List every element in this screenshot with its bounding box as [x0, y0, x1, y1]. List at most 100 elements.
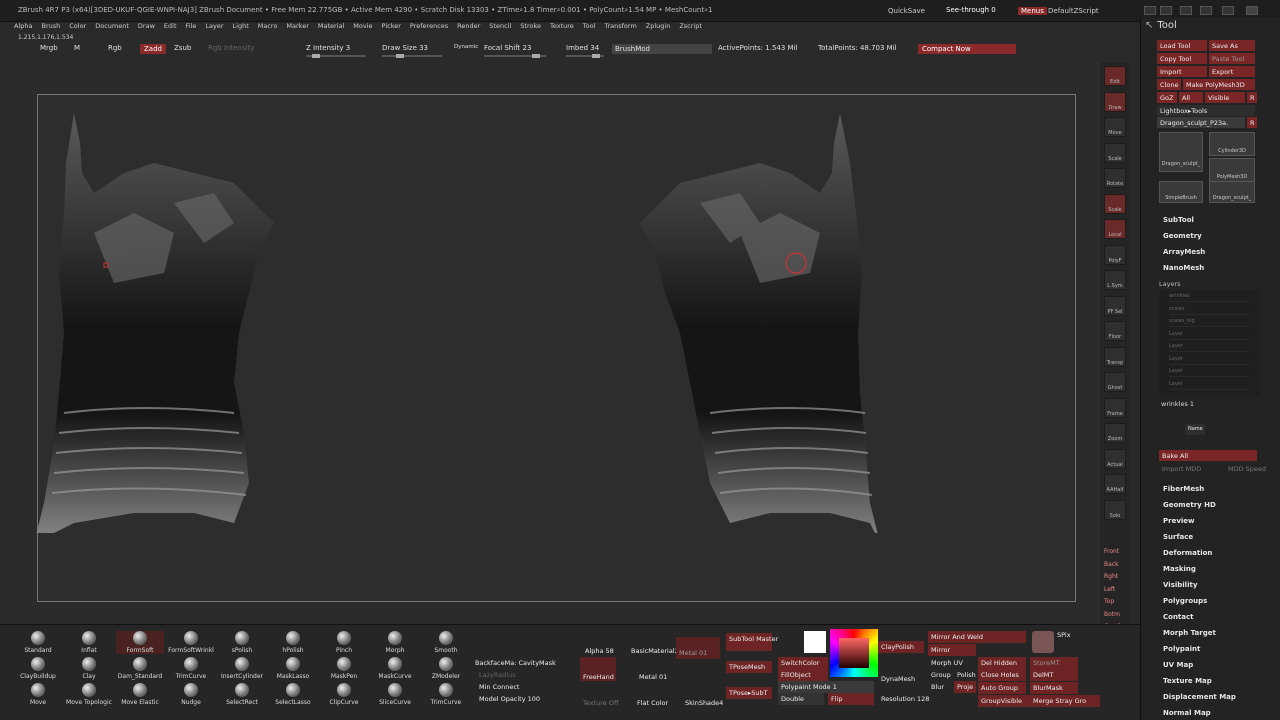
layer-name-button[interactable]: Name [1185, 424, 1205, 435]
menu-zplugin[interactable]: Zplugin [646, 22, 671, 32]
dynamic-toggle[interactable]: Dynamic [454, 44, 478, 50]
view-top-button[interactable]: Top [1104, 598, 1114, 605]
menus-toggle[interactable]: Menus [1018, 7, 1047, 15]
mirror-button[interactable]: Mirror [928, 644, 976, 656]
save-as-button[interactable]: Save As [1209, 40, 1255, 51]
visible-button[interactable]: Visible [1205, 92, 1245, 103]
shelf-move-button[interactable]: Move [1104, 117, 1126, 137]
shelf-rotate-button[interactable]: Rotate [1104, 168, 1126, 188]
section-nanomesh[interactable]: NanoMesh [1163, 264, 1204, 272]
menu-preferences[interactable]: Preferences [410, 22, 448, 32]
brush-pinch[interactable]: Pinch [320, 631, 368, 654]
switchcolor-button[interactable]: SwitchColor [778, 657, 828, 669]
section-masking[interactable]: Masking [1163, 565, 1196, 573]
export-button[interactable]: Export [1209, 66, 1255, 77]
brush-morph[interactable]: Morph [371, 631, 419, 654]
brush-formsoftwrinkl[interactable]: FormSoftWrinkl [167, 631, 215, 654]
main-color-swatch[interactable] [804, 631, 826, 653]
close-icon[interactable] [1246, 6, 1258, 15]
brush-formsoft[interactable]: FormSoft [116, 631, 164, 654]
layer-current-slider[interactable]: wrinkles 1 [1161, 400, 1194, 408]
brush-clipcurve[interactable]: ClipCurve [320, 683, 368, 706]
layer-item[interactable]: Layer [1169, 356, 1249, 365]
lazy-radius-slider[interactable]: LazyRadius [476, 669, 519, 681]
resolution-slider[interactable]: Resolution 128 [878, 693, 932, 705]
zadd-button[interactable]: Zadd [140, 44, 166, 54]
brush-zmodeler[interactable]: ZModeler [422, 657, 470, 680]
menu-layer[interactable]: Layer [205, 22, 223, 32]
tpose-subt-button[interactable]: TPose▸SubT [726, 687, 772, 699]
shelf-aahalf-button[interactable]: AAHalf [1104, 474, 1126, 494]
tool-thumb-dragon-2[interactable]: Dragon_sculpt_ [1209, 181, 1255, 203]
brush-hpolish[interactable]: hPolish [269, 631, 317, 654]
texture-picker[interactable]: Texture Off [580, 697, 621, 709]
shelf-scale-button[interactable]: Scale [1104, 193, 1126, 214]
section-morph-target[interactable]: Morph Target [1163, 629, 1216, 637]
shelf-local-button[interactable]: Local [1104, 219, 1126, 239]
flip-button[interactable]: Flip [828, 693, 874, 705]
brush-smooth[interactable]: Smooth [422, 631, 470, 654]
brush-slicecurve[interactable]: SliceCurve [371, 683, 419, 706]
section-contact[interactable]: Contact [1163, 613, 1194, 621]
rgb-intensity-slider[interactable]: Rgb Intensity [208, 44, 254, 52]
brush-nudge[interactable]: Nudge [167, 683, 215, 706]
r-button-2[interactable]: R [1247, 117, 1257, 128]
menu-draw[interactable]: Draw [138, 22, 155, 32]
section-fibermesh[interactable]: FiberMesh [1163, 485, 1204, 493]
menu-color[interactable]: Color [69, 22, 86, 32]
layer-item[interactable]: scales_big [1169, 318, 1249, 327]
menu-transform[interactable]: Transform [604, 22, 636, 32]
alpha-picker[interactable]: Alpha 58 [582, 645, 617, 657]
mdd-speed-slider[interactable]: MDD Speed [1225, 463, 1269, 474]
section-arraymesh[interactable]: ArrayMesh [1163, 248, 1205, 256]
brush-move-topologic[interactable]: Move Topologic [65, 683, 113, 706]
layer-item[interactable]: Layer [1169, 368, 1249, 377]
menu-tool[interactable]: Tool [583, 22, 596, 32]
all-button[interactable]: All [1179, 92, 1203, 103]
copy-tool-button[interactable]: Copy Tool [1157, 53, 1207, 64]
dynamesh-button[interactable]: DynaMesh [878, 673, 918, 685]
section-uv-map[interactable]: UV Map [1163, 661, 1193, 669]
brush-spolish[interactable]: sPolish [218, 631, 266, 654]
shelf-pf-sel-button[interactable]: PF Sel [1104, 295, 1126, 316]
section-preview[interactable]: Preview [1163, 517, 1195, 525]
zsub-button[interactable]: Zsub [174, 44, 191, 52]
layer-item[interactable]: Layer [1169, 343, 1249, 352]
morph-uv-button[interactable]: Morph UV [928, 657, 966, 669]
shelf-solo-button[interactable]: Solo [1104, 499, 1126, 520]
m-button[interactable]: M [74, 44, 80, 52]
section-geometry-hd[interactable]: Geometry HD [1163, 501, 1216, 509]
freehand-stroke[interactable]: FreeHand [580, 657, 616, 681]
shelf-draw-button[interactable]: Draw [1104, 91, 1126, 112]
view-botm-button[interactable]: Botm [1104, 611, 1120, 618]
import-button[interactable]: Import [1157, 66, 1207, 77]
imbed-slider[interactable]: Imbed 34 [566, 44, 599, 52]
section-normal-map[interactable]: Normal Map [1163, 709, 1211, 717]
store-mt-button[interactable]: StoreMT [1030, 657, 1078, 669]
material-picker[interactable]: BasicMaterial2 [628, 645, 682, 657]
brush-masklasso[interactable]: MaskLasso [269, 657, 317, 680]
backface-mask-toggle[interactable]: BackfaceMa: CavityMask [472, 657, 559, 669]
shelf-edit-button[interactable]: Edit [1104, 66, 1126, 86]
brush-move-elastic[interactable]: Move Elastic [116, 683, 164, 706]
menu-render[interactable]: Render [457, 22, 480, 32]
close-holes-button[interactable]: Close Holes [978, 669, 1026, 681]
tool-thumb-simplebrush[interactable]: SimpleBrush [1159, 181, 1203, 203]
brush-selectrect[interactable]: SelectRect [218, 683, 266, 706]
color-picker-wheel[interactable] [830, 629, 878, 677]
paste-tool-button[interactable]: Paste Tool [1209, 53, 1255, 64]
tool-thumb-dragon[interactable]: Dragon_sculpt_ [1159, 132, 1203, 172]
brush-insertcylinder[interactable]: InsertCylinder [218, 657, 266, 680]
brush-trimcurve[interactable]: TrimCurve [422, 683, 470, 706]
mirror-weld-button[interactable]: Mirror And Weld [928, 631, 1026, 643]
current-tool-slider[interactable]: Dragon_sculpt_P23a. [1157, 117, 1245, 128]
menu-material[interactable]: Material [318, 22, 344, 32]
shelf-scale-button[interactable]: Scale [1104, 142, 1126, 163]
tool-thumb-cylinder[interactable]: Cylinder3D [1209, 132, 1255, 156]
menu-document[interactable]: Document [95, 22, 129, 32]
model-opacity-slider[interactable]: Model Opacity 100 [476, 693, 543, 705]
draw-size-slider[interactable]: Draw Size 33 [382, 44, 428, 52]
subtool-master-button[interactable]: SubTool Master [726, 633, 778, 651]
brush-inflat[interactable]: Inflat [65, 631, 113, 654]
min-connect-slider[interactable]: Min Connect [476, 681, 522, 693]
